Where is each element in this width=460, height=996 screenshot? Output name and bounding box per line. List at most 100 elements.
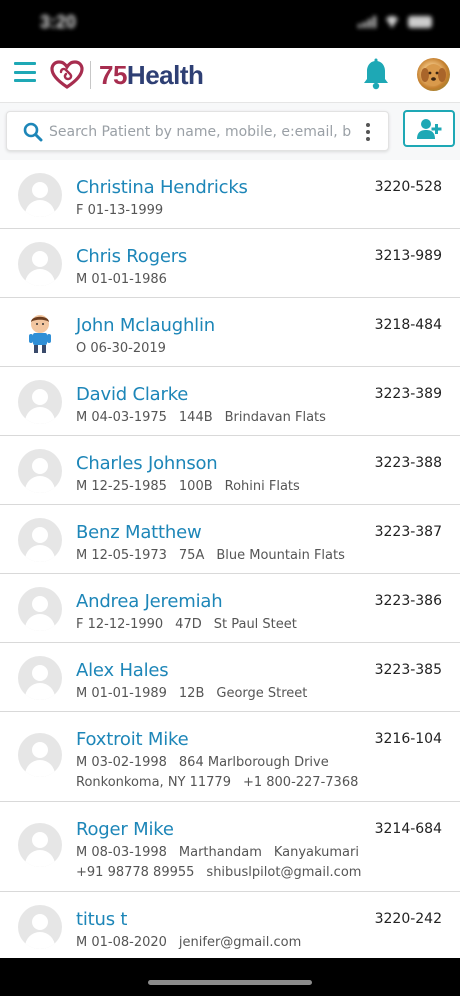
patient-detail: Brindavan Flats bbox=[224, 410, 326, 425]
patient-details-line-1: M 01-08-2020 jenifer@gmail.com bbox=[76, 935, 301, 950]
patient-detail: 100B bbox=[178, 479, 213, 494]
patient-detail: F 12-12-1990 bbox=[76, 617, 164, 632]
patient-avatar-icon bbox=[18, 904, 62, 949]
patient-row[interactable]: Alex Hales 3223-385 M 01-01-1989 12B George … bbox=[0, 643, 460, 712]
patient-id: 3220-528 bbox=[374, 179, 442, 195]
brand-name: 75Health bbox=[99, 59, 204, 91]
brand-number: 75 bbox=[99, 59, 127, 90]
patient-row[interactable]: Roger Mike 3214-684 M 08-03-1998 Marthandam… bbox=[0, 802, 460, 892]
patient-avatar-icon bbox=[18, 586, 62, 631]
patient-details-line-1: M 01-01-1989 12B George Street bbox=[76, 686, 307, 701]
patient-avatar-icon bbox=[18, 517, 62, 562]
patient-details-line-1: M 01-01-1986 bbox=[76, 272, 167, 287]
patient-row[interactable]: David Clarke 3223-389 M 04-03-1975 144B Brin… bbox=[0, 367, 460, 436]
patient-details-line-1: O 06-30-2019 bbox=[76, 341, 166, 356]
patient-detail: F 01-13-1999 bbox=[76, 203, 164, 218]
more-options-icon[interactable] bbox=[365, 123, 371, 141]
home-indicator[interactable] bbox=[148, 980, 312, 985]
app-logo: 75Health bbox=[50, 58, 204, 92]
patient-avatar-icon bbox=[18, 172, 62, 217]
patient-id: 3218-484 bbox=[374, 317, 442, 333]
patient-detail: 144B bbox=[178, 410, 213, 425]
patient-avatar-icon bbox=[18, 241, 62, 286]
patient-detail: 47D bbox=[175, 617, 202, 632]
patient-name[interactable]: Christina Hendricks bbox=[76, 177, 248, 198]
search-icon bbox=[23, 122, 43, 142]
patient-list: Christina Hendricks 3220-528 F 01-13-1999 C… bbox=[0, 160, 460, 958]
patient-avatar-icon bbox=[18, 379, 62, 424]
patient-detail: jenifer@gmail.com bbox=[178, 935, 302, 950]
search-input[interactable] bbox=[49, 118, 351, 146]
logo-divider bbox=[90, 61, 91, 89]
patient-detail: M 12-25-1985 bbox=[76, 479, 167, 494]
patient-row[interactable]: Chris Rogers 3213-989 M 01-01-1986 bbox=[0, 229, 460, 298]
patient-id: 3216-104 bbox=[374, 731, 442, 747]
patient-name[interactable]: David Clarke bbox=[76, 384, 188, 405]
patient-detail: shibuslpilot@gmail.com bbox=[206, 865, 362, 880]
patient-row[interactable]: Christina Hendricks 3220-528 F 01-13-1999 bbox=[0, 160, 460, 229]
patient-detail: M 12-05-1973 bbox=[76, 548, 167, 563]
patient-id: 3214-684 bbox=[374, 821, 442, 837]
patient-name[interactable]: Foxtroit Mike bbox=[76, 729, 189, 750]
patient-details-line-2: Ronkonkoma, NY 11779 +1 800-227-7368 bbox=[76, 775, 358, 790]
patient-detail: M 01-01-1989 bbox=[76, 686, 167, 701]
status-icons bbox=[358, 16, 432, 28]
patient-detail: M 01-08-2020 bbox=[76, 935, 167, 950]
patient-row[interactable]: John Mclaughlin 3218-484 O 06-30-2019 bbox=[0, 298, 460, 367]
patient-details-line-1: M 08-03-1998 Marthandam Kanyakumari bbox=[76, 845, 359, 860]
patient-detail: Ronkonkoma, NY 11779 bbox=[76, 775, 231, 790]
patient-detail: M 01-01-1986 bbox=[76, 272, 167, 287]
wifi-icon bbox=[384, 16, 400, 28]
patient-row[interactable]: Charles Johnson 3223-388 M 12-25-1985 100B R… bbox=[0, 436, 460, 505]
patient-detail: M 08-03-1998 bbox=[76, 845, 167, 860]
add-patient-button[interactable] bbox=[403, 110, 455, 147]
patient-name[interactable]: Roger Mike bbox=[76, 819, 174, 840]
patient-avatar-icon bbox=[18, 733, 62, 777]
patient-avatar-icon bbox=[18, 823, 62, 867]
patient-name[interactable]: titus t bbox=[76, 909, 127, 930]
patient-detail: Kanyakumari bbox=[273, 845, 359, 860]
patient-detail: George Street bbox=[216, 686, 308, 701]
heart-logo-icon bbox=[50, 60, 84, 89]
app-screen: 75Health Search Patient by name, mobile,… bbox=[0, 48, 460, 958]
patient-details-line-2: +91 98778 89955 shibuslpilot@gmail.com bbox=[76, 865, 361, 880]
dog-photo-icon bbox=[421, 64, 446, 86]
patient-name[interactable]: Charles Johnson bbox=[76, 453, 218, 474]
notification-bell-icon[interactable] bbox=[362, 58, 390, 90]
patient-name[interactable]: Alex Hales bbox=[76, 660, 169, 681]
patient-id: 3223-388 bbox=[374, 455, 442, 471]
patient-row[interactable]: titus t 3220-242 M 01-08-2020 jenifer@gmail… bbox=[0, 892, 460, 958]
status-time: 3:20 bbox=[40, 12, 77, 32]
home-indicator-area bbox=[0, 958, 460, 996]
patient-details-line-1: M 12-25-1985 100B Rohini Flats bbox=[76, 479, 300, 494]
patient-detail: O 06-30-2019 bbox=[76, 341, 166, 356]
top-bar: 75Health bbox=[0, 48, 460, 102]
patient-row[interactable]: Andrea Jeremiah 3223-386 F 12-12-1990 47D St… bbox=[0, 574, 460, 643]
patient-name[interactable]: Chris Rogers bbox=[76, 246, 187, 267]
patient-id: 3223-387 bbox=[374, 524, 442, 540]
patient-detail: Marthandam bbox=[178, 845, 262, 860]
patient-id: 3223-386 bbox=[374, 593, 442, 609]
patient-details-line-1: F 12-12-1990 47D St Paul Steet bbox=[76, 617, 297, 632]
patient-row[interactable]: Benz Matthew 3223-387 M 12-05-1973 75A Blue … bbox=[0, 505, 460, 574]
patient-name[interactable]: John Mclaughlin bbox=[76, 315, 215, 336]
patient-details-line-1: M 03-02-1998 864 Marlborough Drive bbox=[76, 755, 329, 770]
patient-name[interactable]: Andrea Jeremiah bbox=[76, 591, 223, 612]
patient-row[interactable]: Foxtroit Mike 3216-104 M 03-02-1998 864 Mar… bbox=[0, 712, 460, 802]
patient-details-line-1: M 12-05-1973 75A Blue Mountain Flats bbox=[76, 548, 345, 563]
patient-detail: +91 98778 89955 bbox=[76, 865, 195, 880]
patient-detail: 864 Marlborough Drive bbox=[178, 755, 329, 770]
patient-details-line-1: M 04-03-1975 144B Brindavan Flats bbox=[76, 410, 326, 425]
add-user-icon bbox=[417, 118, 442, 139]
patient-detail: M 04-03-1975 bbox=[76, 410, 167, 425]
search-box bbox=[6, 111, 389, 151]
patient-name[interactable]: Benz Matthew bbox=[76, 522, 202, 543]
patient-detail: Rohini Flats bbox=[224, 479, 300, 494]
search-row bbox=[0, 102, 460, 160]
patient-detail: M 03-02-1998 bbox=[76, 755, 167, 770]
profile-avatar[interactable] bbox=[417, 58, 450, 91]
menu-icon[interactable] bbox=[14, 62, 36, 82]
patient-avatar-icon bbox=[18, 448, 62, 493]
patient-details-line-1: F 01-13-1999 bbox=[76, 203, 163, 218]
patient-id: 3213-989 bbox=[374, 248, 442, 264]
